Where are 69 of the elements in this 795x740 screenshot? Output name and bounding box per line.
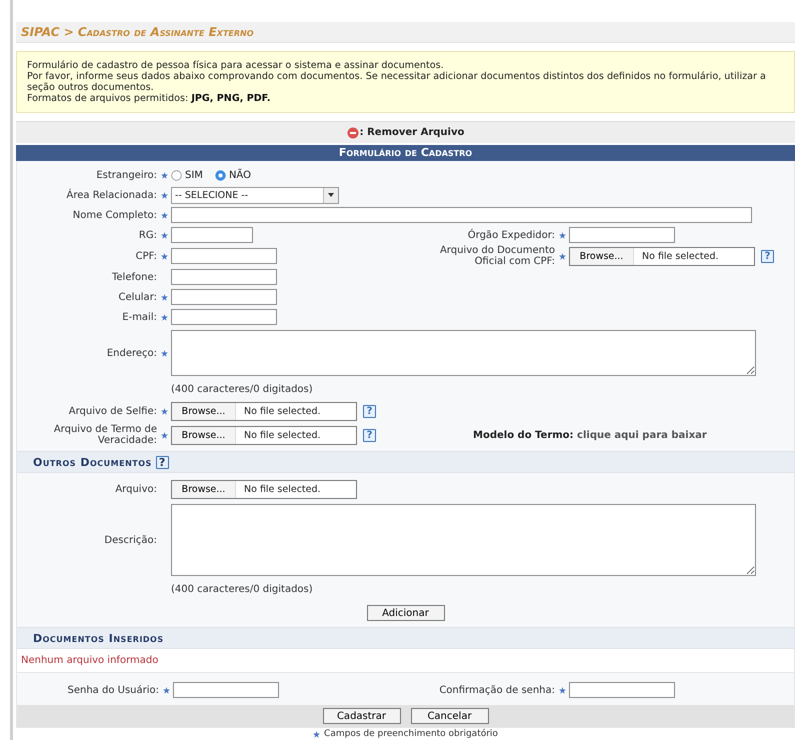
field-label: Estrangeiro:: [95, 170, 157, 180]
info-text: Por favor, informe seus dados abaixo comprovando com documentos. Se necessitar adicionar documentos distintos dos definidos no formulário, utilizar a seção outros documentos.: [27, 71, 767, 93]
character-counter: (400 caracteres/0 digitados): [170, 382, 313, 396]
field-label: Endereço:: [106, 348, 157, 358]
help-icon[interactable]: ?: [363, 428, 376, 442]
text-field[interactable]: [569, 227, 675, 243]
field-label: Arquivo:: [114, 484, 157, 494]
field-label: Confirmação de senha:: [438, 684, 555, 696]
add-button[interactable]: Adicionar: [366, 605, 444, 621]
browse-button[interactable]: Browse...: [172, 426, 236, 444]
file-field[interactable]: Browse... No file selected.: [171, 426, 357, 444]
text-field[interactable]: [171, 269, 277, 285]
empty-message: Nenhum arquivo informado: [17, 649, 794, 673]
radio-label: SIM: [185, 170, 203, 180]
text-field[interactable]: [171, 207, 752, 223]
field-label: Arquivo de Termo de Veracidade:: [52, 424, 157, 446]
field-label: Senha do Usuário:: [66, 684, 159, 696]
file-status: No file selected.: [641, 250, 719, 262]
file-status: No file selected.: [243, 484, 321, 494]
section-title: Documentos Inseridos: [33, 632, 164, 644]
file-status: No file selected.: [243, 430, 321, 440]
field-label: RG:: [138, 230, 157, 240]
form-button[interactable]: Cadastrar: [322, 708, 400, 724]
download-link[interactable]: clique aqui para baixar: [577, 430, 707, 440]
breadcrumb: SIPAC > Cadastro de Assinante Externo: [21, 25, 254, 39]
info-text: Formulário de cadastro de pessoa física para acessar o sistema e assinar documentos.: [27, 60, 445, 71]
field-label: Arquivo do Documento Oficial com CPF:: [438, 245, 555, 267]
browse-button[interactable]: Browse...: [172, 480, 236, 498]
browse-button[interactable]: Browse...: [570, 248, 634, 264]
caret-icon: [328, 193, 334, 197]
field-label: Arquivo de Selfie:: [68, 406, 157, 416]
character-counter: (400 caracteres/0 digitados): [170, 582, 313, 596]
password-field[interactable]: [173, 682, 279, 698]
field-label: Nome Completo:: [72, 210, 157, 220]
section-title: Outros Documentos: [33, 456, 152, 468]
text-area[interactable]: [171, 504, 756, 576]
field-label: Telefone:: [111, 272, 157, 282]
field-label: Órgão Expedidor:: [466, 230, 555, 240]
help-icon[interactable]: ?: [761, 250, 774, 262]
text-field[interactable]: [171, 309, 277, 325]
field-label: CPF:: [134, 250, 157, 262]
radio-label: NÃO: [228, 170, 251, 180]
browse-button[interactable]: Browse...: [172, 402, 236, 420]
text-field[interactable]: [171, 227, 253, 243]
form-button[interactable]: Cancelar: [410, 708, 488, 724]
file-field[interactable]: Browse... No file selected.: [171, 480, 357, 498]
required-icon: [313, 730, 320, 738]
required-note: Campos de preenchimento obrigatório: [324, 729, 498, 739]
field-label: Celular:: [118, 292, 157, 302]
file-field[interactable]: Browse... No file selected.: [569, 246, 755, 266]
file-field[interactable]: Browse... No file selected.: [171, 402, 357, 420]
text-area[interactable]: [171, 330, 756, 376]
text-field[interactable]: [171, 289, 277, 305]
dropdown[interactable]: -- SELECIONE --: [171, 186, 339, 204]
field-label: Área Relacionada:: [66, 190, 157, 200]
radio-button[interactable]: [214, 170, 226, 180]
download-text: Modelo do Termo: clique aqui para baixar: [473, 430, 707, 440]
text-field[interactable]: [171, 248, 277, 264]
remove-icon: [346, 126, 359, 138]
legend-label: : Remover Arquivo: [360, 127, 464, 138]
help-icon[interactable]: ?: [156, 456, 169, 468]
password-field[interactable]: [569, 682, 675, 698]
file-status: No file selected.: [243, 406, 321, 416]
radio-button[interactable]: [171, 170, 182, 180]
help-icon[interactable]: ?: [363, 404, 376, 418]
form-title: Formulário de Cadastro: [16, 145, 795, 161]
field-label: Descrição:: [103, 534, 157, 546]
field-label: E-mail:: [121, 312, 157, 322]
info-text: Formatos de arquivos permitidos: JPG, PNG, PDF.: [27, 93, 272, 104]
